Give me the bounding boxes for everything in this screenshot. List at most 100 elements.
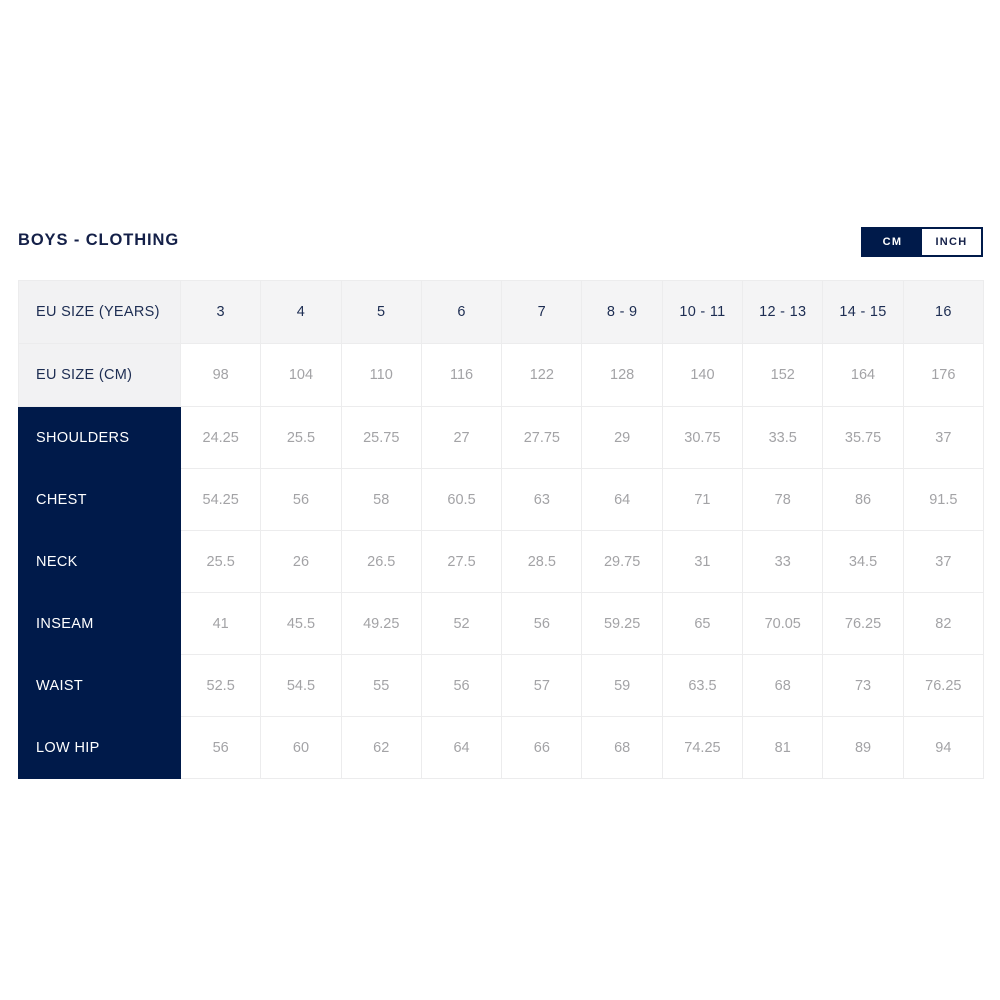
cell-low-hip-7: 81 [742, 716, 824, 779]
cell-waist-6: 63.5 [661, 654, 744, 717]
cell-neck-0: 25.5 [179, 530, 262, 593]
cell-cm-9: 176 [902, 343, 984, 407]
cell-shoulders-2: 25.75 [340, 406, 422, 469]
cell-waist-3: 56 [420, 654, 503, 717]
cell-waist-1: 54.5 [260, 654, 342, 717]
cell-neck-5: 29.75 [581, 530, 663, 593]
cell-shoulders-7: 33.5 [742, 406, 824, 469]
cell-inseam-9: 82 [902, 592, 984, 655]
cell-shoulders-4: 27.75 [501, 406, 583, 469]
cell-years-0: 3 [179, 280, 262, 344]
row-header-eu-size-cm: EU SIZE (CM) [18, 343, 181, 407]
cell-years-5: 8 - 9 [581, 280, 663, 344]
cell-years-6: 10 - 11 [661, 280, 744, 344]
cell-waist-5: 59 [581, 654, 663, 717]
cell-chest-8: 86 [822, 468, 904, 531]
cell-chest-0: 54.25 [179, 468, 262, 531]
cell-cm-8: 164 [822, 343, 904, 407]
cell-neck-1: 26 [260, 530, 342, 593]
cell-chest-4: 63 [501, 468, 583, 531]
page-title: BOYS - CLOTHING [18, 231, 180, 249]
cell-low-hip-1: 60 [260, 716, 342, 779]
cell-chest-3: 60.5 [420, 468, 503, 531]
table-row-shoulders: SHOULDERS 24.25 25.5 25.75 27 27.75 29 3… [18, 406, 984, 469]
cell-low-hip-2: 62 [340, 716, 422, 779]
cell-years-1: 4 [260, 280, 342, 344]
cell-low-hip-5: 68 [581, 716, 663, 779]
chart-header: BOYS - CLOTHING CM INCH [18, 226, 983, 264]
table-row-low-hip: LOW HIP 56 60 62 64 66 68 74.25 81 89 94 [18, 716, 984, 779]
cell-inseam-0: 41 [179, 592, 262, 655]
unit-toggle-inch[interactable]: INCH [922, 229, 981, 255]
cell-inseam-5: 59.25 [581, 592, 663, 655]
row-header-neck: NECK [18, 530, 181, 593]
table-row-eu-size-years: EU SIZE (YEARS) 3 4 5 6 7 8 - 9 10 - 11 … [18, 280, 984, 344]
cell-chest-9: 91.5 [902, 468, 984, 531]
cell-cm-6: 140 [661, 343, 744, 407]
cell-waist-7: 68 [742, 654, 824, 717]
cell-inseam-1: 45.5 [260, 592, 342, 655]
cell-chest-6: 71 [661, 468, 744, 531]
cell-neck-9: 37 [902, 530, 984, 593]
cell-inseam-6: 65 [661, 592, 744, 655]
unit-toggle[interactable]: CM INCH [861, 227, 983, 257]
row-header-chest: CHEST [18, 468, 181, 531]
cell-inseam-4: 56 [501, 592, 583, 655]
cell-years-7: 12 - 13 [742, 280, 824, 344]
unit-toggle-cm[interactable]: CM [863, 229, 922, 255]
table-row-eu-size-cm: EU SIZE (CM) 98 104 110 116 122 128 140 … [18, 343, 984, 407]
table-body: EU SIZE (YEARS) 3 4 5 6 7 8 - 9 10 - 11 … [18, 280, 984, 779]
cell-waist-9: 76.25 [902, 654, 984, 717]
cell-inseam-2: 49.25 [340, 592, 422, 655]
table-row-waist: WAIST 52.5 54.5 55 56 57 59 63.5 68 73 7… [18, 654, 984, 717]
cell-chest-1: 56 [260, 468, 342, 531]
cell-low-hip-0: 56 [179, 716, 262, 779]
cell-waist-2: 55 [340, 654, 422, 717]
cell-low-hip-4: 66 [501, 716, 583, 779]
cell-cm-4: 122 [501, 343, 583, 407]
cell-chest-5: 64 [581, 468, 663, 531]
row-header-shoulders: SHOULDERS [18, 406, 181, 469]
cell-cm-0: 98 [179, 343, 262, 407]
cell-chest-7: 78 [742, 468, 824, 531]
cell-neck-8: 34.5 [822, 530, 904, 593]
row-header-waist: WAIST [18, 654, 181, 717]
cell-inseam-7: 70.05 [742, 592, 824, 655]
cell-cm-3: 116 [420, 343, 503, 407]
cell-low-hip-6: 74.25 [661, 716, 744, 779]
row-header-inseam: INSEAM [18, 592, 181, 655]
cell-shoulders-1: 25.5 [260, 406, 342, 469]
cell-neck-6: 31 [661, 530, 744, 593]
cell-neck-7: 33 [742, 530, 824, 593]
size-table-container: EU SIZE (YEARS) 3 4 5 6 7 8 - 9 10 - 11 … [18, 280, 984, 779]
cell-shoulders-8: 35.75 [822, 406, 904, 469]
cell-chest-2: 58 [340, 468, 422, 531]
cell-shoulders-0: 24.25 [179, 406, 262, 469]
cell-cm-1: 104 [260, 343, 342, 407]
size-chart-table: EU SIZE (YEARS) 3 4 5 6 7 8 - 9 10 - 11 … [18, 280, 984, 779]
cell-shoulders-5: 29 [581, 406, 663, 469]
cell-years-8: 14 - 15 [822, 280, 904, 344]
size-chart-page: BOYS - CLOTHING CM INCH EU SIZE (YEARS) … [0, 0, 1000, 1000]
cell-waist-4: 57 [501, 654, 583, 717]
cell-shoulders-6: 30.75 [661, 406, 744, 469]
cell-low-hip-9: 94 [902, 716, 984, 779]
table-row-inseam: INSEAM 41 45.5 49.25 52 56 59.25 65 70.0… [18, 592, 984, 655]
cell-shoulders-9: 37 [902, 406, 984, 469]
cell-years-9: 16 [902, 280, 984, 344]
row-header-eu-size-years: EU SIZE (YEARS) [18, 280, 181, 344]
cell-years-4: 7 [501, 280, 583, 344]
cell-neck-3: 27.5 [420, 530, 503, 593]
cell-years-2: 5 [340, 280, 422, 344]
cell-neck-4: 28.5 [501, 530, 583, 593]
cell-waist-8: 73 [822, 654, 904, 717]
cell-inseam-3: 52 [420, 592, 503, 655]
cell-shoulders-3: 27 [420, 406, 503, 469]
cell-cm-7: 152 [742, 343, 824, 407]
table-row-chest: CHEST 54.25 56 58 60.5 63 64 71 78 86 91… [18, 468, 984, 531]
cell-low-hip-3: 64 [420, 716, 503, 779]
row-header-low-hip: LOW HIP [18, 716, 181, 779]
table-row-neck: NECK 25.5 26 26.5 27.5 28.5 29.75 31 33 … [18, 530, 984, 593]
cell-waist-0: 52.5 [179, 654, 262, 717]
cell-inseam-8: 76.25 [822, 592, 904, 655]
